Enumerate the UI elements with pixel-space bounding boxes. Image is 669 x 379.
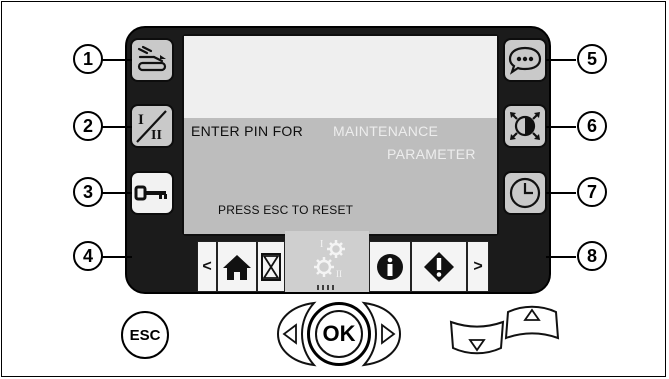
callout-2-label: 2	[82, 115, 93, 136]
left-arrow-label: <	[202, 257, 212, 275]
leader-7	[546, 192, 576, 194]
contrast-icon	[510, 112, 540, 140]
params-i-label: I	[320, 239, 323, 250]
callout-1-label: 1	[82, 48, 93, 69]
message-button[interactable]	[503, 38, 547, 82]
nav-up-button[interactable]	[503, 302, 561, 342]
pin-prompt-maintenance: MAINTENANCE	[333, 123, 439, 139]
tab-info[interactable]	[369, 241, 411, 292]
callout-4: 4	[73, 241, 103, 271]
svg-text:I: I	[138, 112, 144, 128]
tab-parameters[interactable]: I II	[285, 231, 369, 292]
right-arrow-label: >	[473, 257, 483, 275]
drive-sequence-button[interactable]	[130, 38, 174, 82]
pin-prompt-text: ENTER PIN FOR	[191, 123, 304, 139]
menu-tab-bar: < I II >	[197, 231, 490, 294]
svg-text:II: II	[151, 128, 162, 143]
params-ii-label: II	[336, 269, 342, 279]
leader-6	[546, 126, 576, 128]
callout-7-label: 7	[586, 181, 597, 202]
hourglass-icon	[261, 252, 281, 281]
display-screen: ENTER PIN FOR MAINTENANCE PARAMETER PRES…	[182, 34, 499, 236]
info-icon	[377, 253, 403, 280]
screen-top-area	[184, 36, 497, 118]
callout-7: 7	[577, 177, 607, 207]
callout-3: 3	[73, 177, 103, 207]
clock-icon	[509, 177, 541, 209]
tab-scroll-left[interactable]: <	[197, 241, 217, 292]
callout-3-label: 3	[82, 181, 93, 202]
nav-right-button[interactable]	[358, 300, 410, 368]
callout-6-label: 6	[586, 115, 597, 136]
reset-prompt-text: PRESS ESC TO RESET	[218, 203, 354, 217]
tab-warning[interactable]	[411, 241, 467, 292]
mode-switch-icon: I II	[136, 110, 167, 143]
pin-prompt-parameter: PARAMETER	[387, 146, 476, 162]
ok-label: OK	[322, 321, 356, 346]
callout-4-label: 4	[82, 245, 93, 266]
esc-label: ESC	[129, 326, 161, 344]
leader-2	[102, 126, 132, 128]
leader-8	[546, 256, 576, 258]
key-pin-button[interactable]	[130, 171, 174, 215]
esc-button[interactable]: ESC	[121, 311, 169, 359]
warning-icon	[424, 251, 454, 282]
callout-8: 8	[577, 241, 607, 271]
mode-switch-button[interactable]: I II	[130, 104, 174, 148]
tab-scroll-right[interactable]: >	[467, 241, 489, 292]
leader-4	[102, 256, 132, 258]
leader-3	[102, 192, 132, 194]
callout-5-label: 5	[586, 48, 597, 69]
tab-home[interactable]	[217, 241, 257, 292]
callout-8-label: 8	[586, 245, 597, 266]
callout-2: 2	[73, 111, 103, 141]
key-icon	[134, 185, 167, 201]
callout-6: 6	[577, 111, 607, 141]
callout-5: 5	[577, 44, 607, 74]
home-icon	[223, 254, 251, 280]
leader-5	[546, 59, 576, 61]
drive-sequence-icon	[137, 45, 167, 72]
contrast-button[interactable]	[503, 104, 547, 148]
settings-gears-icon: I II	[314, 239, 345, 290]
leader-1	[102, 59, 132, 61]
tab-timer[interactable]	[257, 241, 285, 292]
message-icon	[508, 46, 542, 75]
clock-button[interactable]	[503, 171, 547, 215]
nav-down-button[interactable]	[448, 318, 506, 358]
callout-1: 1	[73, 44, 103, 74]
